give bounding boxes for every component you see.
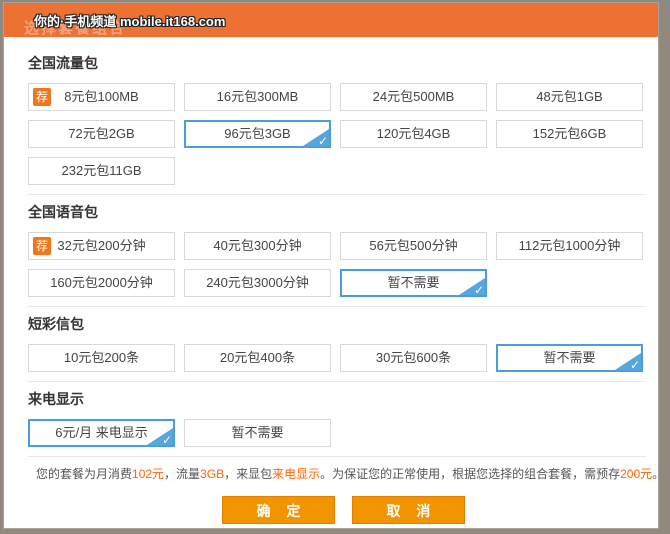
cancel-button[interactable]: 取 消 — [352, 496, 465, 524]
summary-plain: ，流量 — [164, 467, 200, 481]
recommended-badge: 荐 — [33, 237, 51, 255]
option-label: 72元包2GB — [68, 126, 134, 141]
option-label: 48元包1GB — [536, 89, 602, 104]
section-divider — [28, 306, 646, 307]
summary-plain: 。为保证您的正常使用，根据您选择的组合套餐，需预存 — [320, 467, 620, 481]
package-option[interactable]: 暂不需要 ✓ — [496, 344, 643, 372]
package-option[interactable]: 40元包300分钟 — [184, 232, 331, 260]
summary-highlight: 200元 — [620, 467, 652, 481]
option-label: 56元包500分钟 — [369, 238, 457, 253]
recommended-badge: 荐 — [33, 88, 51, 106]
watermark-text: 你的·手机频道 mobile.it168.com — [34, 11, 225, 30]
package-dialog: 选择套餐组合 你的·手机频道 mobile.it168.com 全国流量包荐 8元… — [3, 2, 659, 529]
option-row: 160元包2000分钟 240元包3000分钟 暂不需要 ✓ — [28, 269, 646, 297]
option-label: 24元包500MB — [373, 89, 455, 104]
package-option[interactable]: 72元包2GB — [28, 120, 175, 148]
package-option[interactable]: 10元包200条 — [28, 344, 175, 372]
check-icon: ✓ — [162, 434, 172, 446]
option-label: 20元包400条 — [220, 350, 295, 365]
package-option[interactable]: 96元包3GB ✓ — [184, 120, 331, 148]
action-buttons: 确 定 取 消 — [222, 496, 646, 524]
summary-highlight: 3GB — [200, 467, 224, 481]
dialog-header: 选择套餐组合 你的·手机频道 mobile.it168.com — [4, 3, 658, 37]
option-label: 16元包300MB — [217, 89, 299, 104]
summary-highlight: 来电显示 — [272, 467, 320, 481]
summary-divider — [28, 456, 646, 457]
option-row: 6元/月 来电显示 ✓ 暂不需要 — [28, 419, 646, 447]
section-title: 全国流量包 — [28, 55, 646, 72]
option-label: 96元包3GB — [224, 126, 290, 141]
option-label: 6元/月 来电显示 — [55, 425, 147, 440]
option-label: 32元包200分钟 — [57, 238, 145, 253]
package-option[interactable]: 24元包500MB — [340, 83, 487, 111]
option-row: 232元包11GB — [28, 157, 646, 185]
summary-text: 您的套餐为月消费102元，流量3GB，来显包来电显示。为保证您的正常使用，根据您… — [36, 466, 646, 482]
check-icon: ✓ — [474, 284, 484, 296]
package-option[interactable]: 112元包1000分钟 — [496, 232, 643, 260]
option-row: 荐 32元包200分钟 40元包300分钟 56元包500分钟 112元包1000分钟 — [28, 232, 646, 260]
package-option[interactable]: 120元包4GB — [340, 120, 487, 148]
dialog-content: 全国流量包荐 8元包100MB 16元包300MB 24元包500MB 48元包1GB 7… — [4, 37, 658, 524]
option-label: 暂不需要 — [387, 275, 439, 290]
package-option[interactable]: 暂不需要 ✓ — [340, 269, 487, 297]
check-icon: ✓ — [318, 135, 328, 147]
section-title: 短彩信包 — [28, 316, 646, 333]
package-option[interactable]: 152元包6GB — [496, 120, 643, 148]
option-label: 暂不需要 — [231, 425, 283, 440]
section-divider — [28, 381, 646, 382]
summary-plain: 您的套餐为月消费 — [36, 467, 132, 481]
section-divider — [28, 194, 646, 195]
option-label: 152元包6GB — [533, 126, 607, 141]
section-title: 全国语音包 — [28, 204, 646, 221]
option-label: 112元包1000分钟 — [519, 238, 621, 253]
package-option[interactable]: 232元包11GB — [28, 157, 175, 185]
package-option[interactable]: 6元/月 来电显示 ✓ — [28, 419, 175, 447]
package-option[interactable]: 160元包2000分钟 — [28, 269, 175, 297]
option-row: 10元包200条 20元包400条 30元包600条 暂不需要 ✓ — [28, 344, 646, 372]
summary-highlight: 102元 — [132, 467, 164, 481]
package-option[interactable]: 荐 32元包200分钟 — [28, 232, 175, 260]
option-row: 72元包2GB 96元包3GB ✓ 120元包4GB 152元包6GB — [28, 120, 646, 148]
package-option[interactable]: 48元包1GB — [496, 83, 643, 111]
package-option[interactable]: 56元包500分钟 — [340, 232, 487, 260]
option-label: 160元包2000分钟 — [50, 275, 153, 290]
package-option[interactable]: 16元包300MB — [184, 83, 331, 111]
option-label: 暂不需要 — [543, 350, 595, 365]
summary-plain: 。 — [652, 467, 659, 481]
summary-plain: ，来显包 — [224, 467, 272, 481]
package-option[interactable]: 20元包400条 — [184, 344, 331, 372]
option-label: 30元包600条 — [376, 350, 451, 365]
option-row: 荐 8元包100MB 16元包300MB 24元包500MB 48元包1GB — [28, 83, 646, 111]
confirm-button[interactable]: 确 定 — [222, 496, 335, 524]
option-label: 40元包300分钟 — [213, 238, 301, 253]
option-label: 232元包11GB — [62, 163, 142, 178]
package-option[interactable]: 荐 8元包100MB — [28, 83, 175, 111]
option-label: 8元包100MB — [64, 89, 138, 104]
check-icon: ✓ — [630, 359, 640, 371]
option-label: 240元包3000分钟 — [206, 275, 309, 290]
package-sections: 全国流量包荐 8元包100MB 16元包300MB 24元包500MB 48元包1GB 7… — [28, 55, 646, 447]
package-option[interactable]: 暂不需要 — [184, 419, 331, 447]
package-option[interactable]: 30元包600条 — [340, 344, 487, 372]
package-option[interactable]: 240元包3000分钟 — [184, 269, 331, 297]
option-label: 120元包4GB — [377, 126, 451, 141]
option-label: 10元包200条 — [64, 350, 139, 365]
section-title: 来电显示 — [28, 391, 646, 408]
